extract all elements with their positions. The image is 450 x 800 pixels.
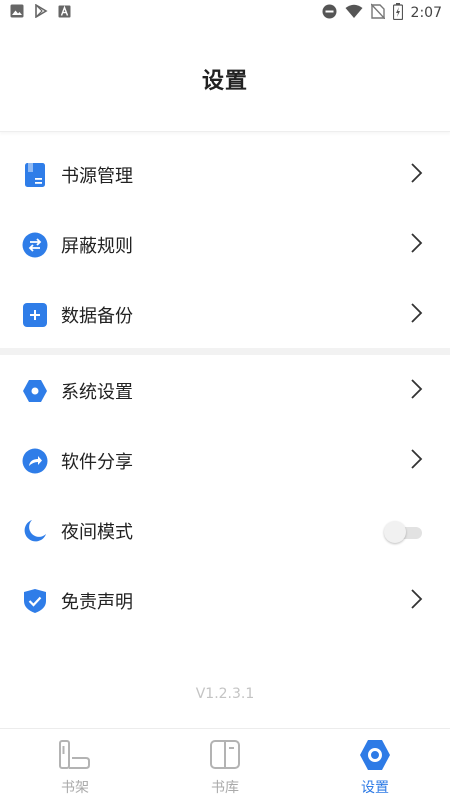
settings-row-disclaimer[interactable]: 免责声明 xyxy=(0,566,450,636)
image-icon xyxy=(10,4,24,22)
settings-row-label: 免责声明 xyxy=(61,592,133,613)
nav-label: 设置 xyxy=(361,780,389,796)
settings-row-data-backup[interactable]: 数据备份 xyxy=(0,280,450,350)
settings-row-night-mode: 夜间模式 xyxy=(0,496,450,566)
chevron-right-icon xyxy=(410,588,424,614)
nav-label: 书架 xyxy=(61,780,89,796)
play-store-icon xyxy=(34,3,48,22)
bookshelf-icon xyxy=(58,739,92,775)
nav-label: 书库 xyxy=(211,780,239,796)
night-mode-toggle[interactable] xyxy=(384,521,424,543)
settings-row-block-rules[interactable]: 屏蔽规则 xyxy=(0,210,450,280)
moon-icon xyxy=(22,518,48,544)
shield-check-icon xyxy=(22,588,48,614)
nav-tab-library[interactable]: 书库 xyxy=(150,729,300,800)
page-title: 设置 xyxy=(201,68,248,94)
hexagon-gear-icon xyxy=(22,378,48,404)
settings-row-system-settings[interactable]: 系统设置 xyxy=(0,356,450,426)
settings-group-1: 书源管理 屏蔽规则 数据备份 xyxy=(0,140,450,350)
settings-screen: 2:07 设置 书源管理 屏蔽规则 数据备份 系统设置 软件分享 夜间模式 免责… xyxy=(0,0,450,800)
settings-row-label: 数据备份 xyxy=(61,306,133,327)
status-time: 2:07 xyxy=(410,5,442,21)
share-arrow-icon xyxy=(22,448,48,474)
library-book-icon xyxy=(208,739,242,775)
book-source-icon xyxy=(22,162,48,188)
settings-row-label: 夜间模式 xyxy=(61,522,133,543)
settings-row-label: 书源管理 xyxy=(61,166,133,187)
settings-row-label: 系统设置 xyxy=(61,382,133,403)
settings-row-share-app[interactable]: 软件分享 xyxy=(0,426,450,496)
settings-row-label: 屏蔽规则 xyxy=(61,236,133,257)
header: 设置 xyxy=(0,26,450,132)
chevron-right-icon xyxy=(410,232,424,258)
section-divider xyxy=(0,348,450,355)
settings-hexagon-icon xyxy=(358,739,392,775)
chevron-right-icon xyxy=(410,448,424,474)
settings-row-book-source[interactable]: 书源管理 xyxy=(0,140,450,210)
nav-tab-settings[interactable]: 设置 xyxy=(300,729,450,800)
settings-row-label: 软件分享 xyxy=(61,452,133,473)
bottom-nav: 书架 书库 设置 xyxy=(0,728,450,800)
chevron-right-icon xyxy=(410,162,424,188)
chevron-right-icon xyxy=(410,378,424,404)
wifi-icon xyxy=(345,4,363,23)
battery-icon xyxy=(392,2,403,24)
chevron-right-icon xyxy=(410,302,424,328)
nav-tab-bookshelf[interactable]: 书架 xyxy=(0,729,150,800)
dnd-icon xyxy=(322,4,337,23)
status-bar: 2:07 xyxy=(0,0,450,26)
settings-group-2: 系统设置 软件分享 夜间模式 免责声明 xyxy=(0,356,450,636)
toggle-knob xyxy=(384,521,406,543)
a-letter-icon xyxy=(58,5,71,22)
no-sim-icon xyxy=(370,3,386,23)
plus-box-icon xyxy=(22,302,48,328)
swap-arrows-icon xyxy=(22,232,48,258)
app-version: V1.2.3.1 xyxy=(195,686,255,702)
